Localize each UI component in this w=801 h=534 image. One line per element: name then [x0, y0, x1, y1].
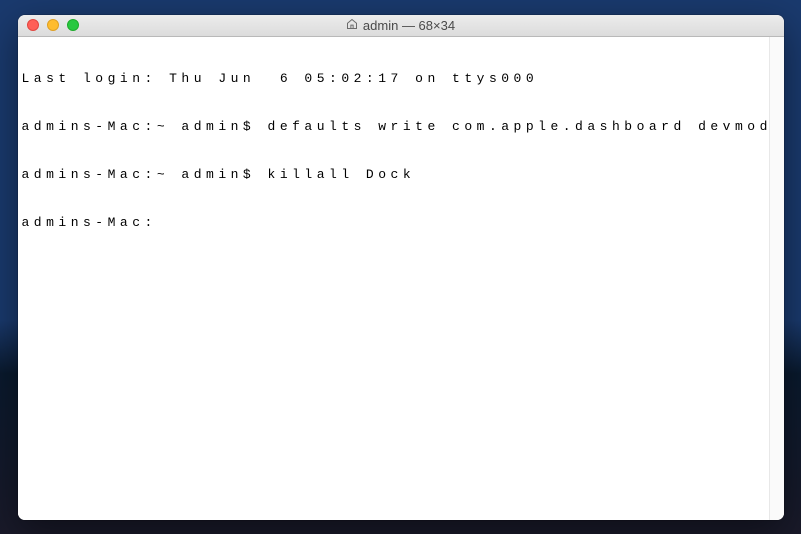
terminal-line: admins-Mac:~ admin$ killall Dock	[22, 167, 780, 183]
terminal-line: admins-Mac:	[22, 215, 780, 231]
home-icon	[346, 18, 358, 33]
minimize-button[interactable]	[47, 19, 59, 31]
scrollbar[interactable]	[769, 37, 784, 520]
window-title: admin — 68×34	[18, 18, 784, 33]
terminal-window: admin — 68×34 Last login: Thu Jun 6 05:0…	[18, 15, 784, 520]
close-button[interactable]	[27, 19, 39, 31]
window-title-text: admin — 68×34	[363, 18, 455, 33]
terminal-line: Last login: Thu Jun 6 05:02:17 on ttys00…	[22, 71, 780, 87]
terminal-body[interactable]: Last login: Thu Jun 6 05:02:17 on ttys00…	[18, 37, 784, 520]
terminal-line: admins-Mac:~ admin$ defaults write com.a…	[22, 119, 780, 135]
window-titlebar[interactable]: admin — 68×34	[18, 15, 784, 37]
maximize-button[interactable]	[67, 19, 79, 31]
traffic-lights	[18, 19, 79, 31]
